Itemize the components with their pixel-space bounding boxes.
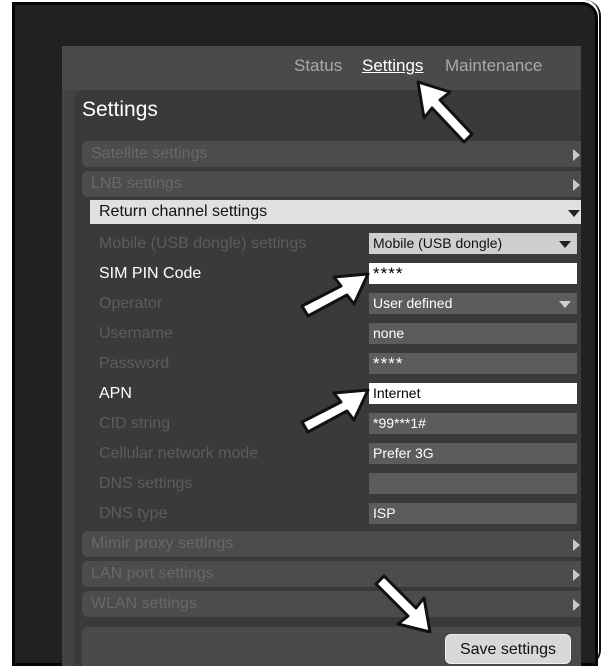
chevron-down-icon — [559, 301, 571, 308]
nav-status[interactable]: Status — [294, 56, 342, 76]
chevron-right-icon — [573, 179, 580, 191]
row-username: Username none — [90, 321, 581, 347]
field-label: Username — [99, 325, 173, 342]
chevron-right-icon — [573, 149, 580, 161]
field-label: SIM PIN Code — [99, 265, 202, 282]
field-label: Operator — [99, 295, 163, 312]
usb-dongle-select[interactable]: Mobile (USB dongle) — [369, 233, 577, 254]
dns-type-input[interactable]: ISP — [369, 503, 577, 524]
chevron-down-icon — [559, 241, 571, 248]
save-bar: Save settings — [82, 627, 581, 666]
section-label: Mimir proxy settings — [91, 535, 234, 552]
field-label: CID string — [99, 415, 171, 432]
frame-edge — [585, 0, 601, 666]
cid-string-input[interactable]: *99***1# — [369, 413, 577, 434]
section-lan-port-settings[interactable]: LAN port settings — [82, 561, 581, 587]
row-usb-dongle: Mobile (USB dongle) settings Mobile (USB… — [90, 231, 581, 257]
password-input[interactable]: **** — [369, 353, 577, 374]
nav-maintenance[interactable]: Maintenance — [445, 56, 542, 76]
row-dns-type: DNS type ISP — [90, 501, 581, 527]
field-label: Mobile (USB dongle) settings — [99, 235, 307, 252]
page-title: Settings — [82, 98, 158, 121]
arrow-pointer-icon — [300, 388, 370, 434]
section-satellite-settings[interactable]: Satellite settings — [82, 141, 581, 167]
row-cellular-mode: Cellular network mode Prefer 3G — [90, 441, 581, 467]
chevron-right-icon — [573, 599, 580, 611]
cellular-mode-input[interactable]: Prefer 3G — [369, 443, 577, 464]
apn-input[interactable]: Internet — [369, 383, 577, 404]
section-mimir-proxy-settings[interactable]: Mimir proxy settings — [82, 531, 581, 557]
field-label: Password — [99, 355, 170, 372]
section-label: WLAN settings — [91, 595, 197, 612]
section-label: Return channel settings — [99, 203, 268, 220]
row-dns-settings: DNS settings — [90, 471, 581, 497]
username-input[interactable]: none — [369, 323, 577, 344]
field-label: DNS settings — [99, 475, 193, 492]
sim-pin-input[interactable]: **** — [369, 263, 577, 284]
chevron-right-icon — [573, 539, 580, 551]
operator-select[interactable]: User defined — [369, 293, 577, 314]
arrow-pointer-icon — [416, 80, 474, 144]
router-screen: Status Settings Maintenance Settings Sat… — [62, 46, 581, 666]
top-navigation: Status Settings Maintenance — [62, 46, 581, 90]
chevron-right-icon — [573, 569, 580, 581]
settings-panel: Settings Satellite settings LNB settings… — [74, 90, 581, 666]
select-value: User defined — [373, 295, 453, 311]
select-value: Mobile (USB dongle) — [373, 235, 503, 251]
section-label: LAN port settings — [91, 565, 214, 582]
dns-settings-input[interactable] — [369, 473, 577, 494]
section-return-channel-settings[interactable]: Return channel settings — [90, 200, 581, 224]
row-password: Password **** — [90, 351, 581, 377]
chevron-down-icon — [568, 210, 580, 217]
field-label: Cellular network mode — [99, 445, 259, 462]
nav-settings[interactable]: Settings — [362, 56, 423, 76]
arrow-pointer-icon — [374, 574, 432, 634]
section-wlan-settings[interactable]: WLAN settings — [82, 591, 581, 617]
section-lnb-settings[interactable]: LNB settings — [82, 171, 581, 197]
field-label: APN — [99, 385, 132, 402]
section-label: Satellite settings — [91, 145, 208, 162]
arrow-pointer-icon — [300, 272, 370, 318]
save-settings-button[interactable]: Save settings — [445, 634, 571, 664]
field-label: DNS type — [99, 505, 168, 522]
section-label: LNB settings — [91, 175, 182, 192]
